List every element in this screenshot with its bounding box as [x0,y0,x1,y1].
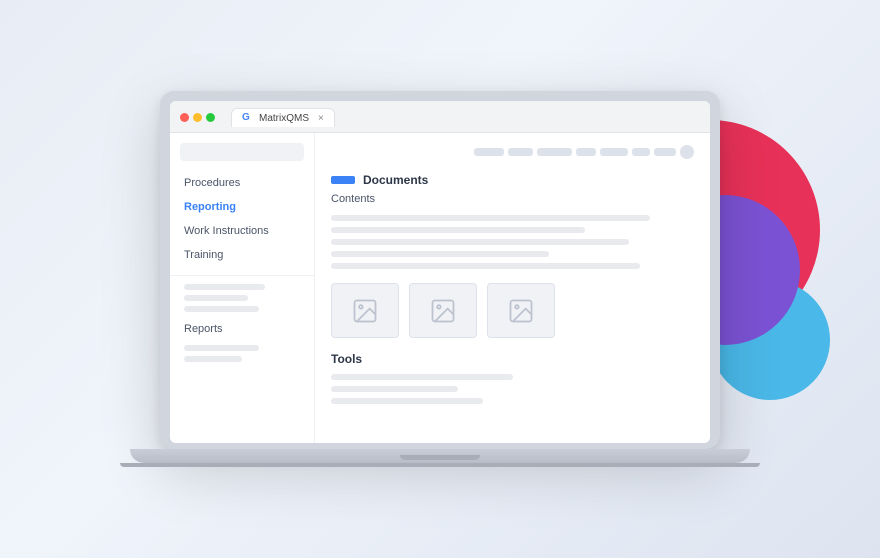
tp-line-1 [331,374,513,380]
image-placeholders [331,283,694,338]
image-placeholder-1 [331,283,399,338]
sidebar-section-reports: Reports [170,317,314,341]
browser-dots [180,113,215,122]
image-placeholder-3 [487,283,555,338]
tb-ph-6 [632,148,650,156]
cp-line-5 [331,263,640,269]
topbar-placeholders [331,145,694,159]
tp-line-3 [331,398,483,404]
tb-ph-4 [576,148,596,156]
tab-title: MatrixQMS [259,113,309,124]
sidebar-item-reporting[interactable]: Reporting [170,195,314,219]
cp-line-3 [331,239,629,245]
cp-line-1 [331,215,650,221]
cp-line-2 [331,227,585,233]
ph-line-2 [184,295,248,301]
tools-title: Tools [331,352,694,366]
laptop-screen-inner: G MatrixQMS × Procedures Reporting Work … [170,101,710,443]
main-content: Documents Contents [315,133,710,443]
ph-line-5 [184,356,242,362]
image-placeholder-2 [409,283,477,338]
tools-placeholder-lines [331,374,694,404]
sidebar-divider [170,275,314,276]
tb-ph-2 [508,148,533,156]
laptop-mockup: G MatrixQMS × Procedures Reporting Work … [120,91,760,467]
sidebar-item-work-instructions[interactable]: Work Instructions [170,219,314,243]
laptop-base-bottom [120,463,760,467]
sidebar: Procedures Reporting Work Instructions T… [170,133,315,443]
documents-badge [331,176,355,184]
laptop-base [130,449,750,463]
tb-ph-3 [537,148,572,156]
laptop-screen-outer: G MatrixQMS × Procedures Reporting Work … [160,91,720,449]
ph-line-4 [184,345,259,351]
contents-subtitle: Contents [331,193,694,205]
sidebar-item-procedures[interactable]: Procedures [170,171,314,195]
dot-red[interactable] [180,113,189,122]
ph-line-3 [184,306,259,312]
sidebar-placeholder-lines-2 [184,345,300,362]
tp-line-2 [331,386,458,392]
browser-chrome: G MatrixQMS × [170,101,710,133]
tb-ph-7 [654,148,676,156]
tab-close-button[interactable]: × [318,113,324,124]
app-content: Procedures Reporting Work Instructions T… [170,133,710,443]
google-icon: G [242,112,254,124]
tb-ph-1 [474,148,504,156]
tb-ph-5 [600,148,628,156]
documents-title: Documents [363,173,428,187]
sidebar-search[interactable] [180,143,304,161]
tb-ph-circle [680,145,694,159]
tools-section: Tools [331,352,694,404]
content-placeholder-lines [331,215,694,269]
dot-green[interactable] [206,113,215,122]
dot-yellow[interactable] [193,113,202,122]
cp-line-4 [331,251,549,257]
documents-section-header: Documents [331,173,694,187]
sidebar-item-training[interactable]: Training [170,243,314,267]
browser-tab[interactable]: G MatrixQMS × [231,108,335,127]
ph-line-1 [184,284,265,290]
sidebar-placeholder-lines [184,284,300,312]
